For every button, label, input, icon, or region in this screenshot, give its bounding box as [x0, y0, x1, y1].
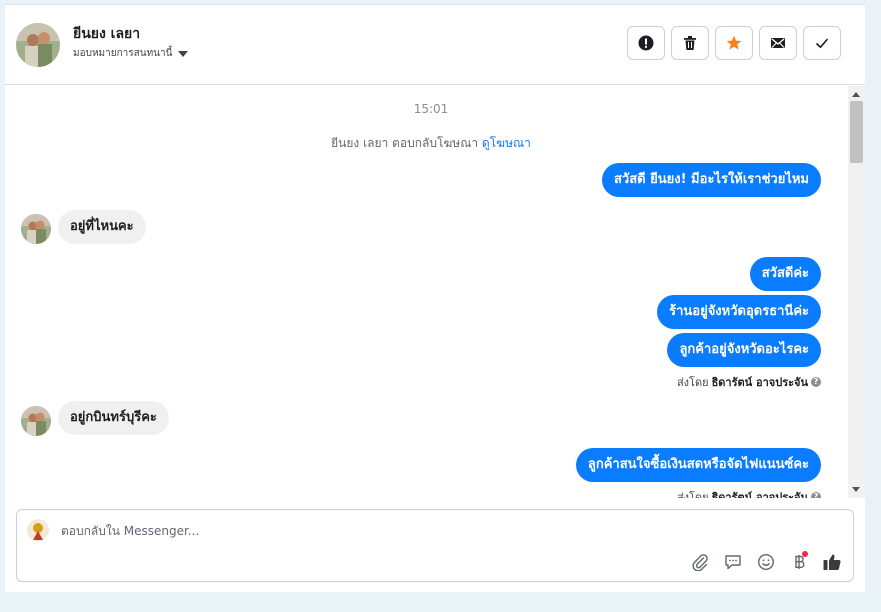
- contact-avatar[interactable]: [16, 23, 60, 67]
- assign-conversation-dropdown[interactable]: มอบหมายการสนทนานี้: [73, 46, 189, 61]
- payment-button[interactable]: [788, 551, 810, 573]
- sent-by-prefix: ส่งโดย: [676, 491, 709, 498]
- sent-by-name: ธิดารัตน์ อาจประจัน: [711, 376, 808, 389]
- message-thread[interactable]: 15:01 ยีนยง เลยา ตอบกลับโฆษณา ดูโฆษณา สว…: [5, 86, 848, 498]
- paperclip-icon: [692, 554, 708, 571]
- alert-icon: [638, 35, 654, 51]
- sent-by-label: ส่งโดย ธิดารัตน์ อาจประจัน ?: [677, 488, 821, 498]
- incoming-message: อยู่กบินทร์บุรีคะ: [58, 401, 169, 435]
- incoming-message: อยู่ที่ไหนคะ: [58, 210, 146, 244]
- outgoing-message: ลูกค้าอยู่จังหวัดอะไรคะ: [667, 333, 821, 367]
- sent-by-name: ธิดารัตน์ อาจประจัน: [711, 491, 808, 498]
- attach-button[interactable]: [689, 551, 711, 573]
- like-button[interactable]: [821, 551, 843, 573]
- notification-dot: [802, 551, 808, 557]
- view-ad-link[interactable]: ดูโฆษณา: [482, 136, 531, 150]
- star-icon: [726, 35, 742, 50]
- star-button[interactable]: [715, 26, 753, 60]
- mark-done-button[interactable]: [803, 26, 841, 60]
- assign-label: มอบหมายการสนทนานี้: [73, 48, 173, 59]
- contact-name: ยีนยง เลยา: [73, 26, 141, 42]
- ad-reply-text: ยีนยง เลยา ตอบกลับโฆษณา: [331, 136, 479, 150]
- outgoing-message: ลูกค้าสนใจซื้อเงินสดหรือจัดไฟแนนซ์คะ: [575, 448, 821, 482]
- sent-by-prefix: ส่งโดย: [676, 376, 709, 389]
- envelope-icon: [771, 38, 785, 48]
- trash-icon: [684, 36, 696, 50]
- outgoing-message: สวัสดีค่ะ: [749, 257, 821, 291]
- outgoing-message: ร้านอยู่จังหวัดอุดรธานีค่ะ: [657, 295, 821, 329]
- emoji-icon: [757, 553, 775, 571]
- check-icon: [815, 38, 829, 49]
- contact-avatar-small: [21, 406, 51, 436]
- emoji-button[interactable]: [755, 551, 777, 573]
- thread-scrollbar[interactable]: [848, 86, 865, 498]
- mark-unread-button[interactable]: [759, 26, 797, 60]
- caret-down-icon: [178, 50, 189, 57]
- help-icon[interactable]: ?: [811, 492, 821, 498]
- sent-by-label: ส่งโดย ธิดารัตน์ อาจประจัน ?: [677, 373, 821, 391]
- scroll-down-arrow-icon[interactable]: [852, 487, 860, 492]
- mark-spam-button[interactable]: [627, 26, 665, 60]
- message-timestamp: 15:01: [413, 102, 449, 116]
- reply-input[interactable]: [61, 522, 661, 540]
- reply-composer: [16, 509, 854, 582]
- scroll-thumb[interactable]: [850, 101, 863, 163]
- thumbs-up-icon: [823, 554, 841, 571]
- contact-avatar-small: [21, 214, 51, 244]
- outgoing-message: สวัสดี ยีนยง! มีอะไรให้เราช่วยไหม: [602, 163, 821, 197]
- conversation-header: ยีนยง เลยา มอบหมายการสนทนานี้: [5, 5, 865, 85]
- saved-reply-icon: [725, 555, 741, 570]
- conversation-actions: [627, 26, 841, 60]
- scroll-up-arrow-icon[interactable]: [852, 92, 860, 97]
- page-avatar: [27, 519, 49, 541]
- conversation-panel: ยีนยง เลยา มอบหมายการสนทนานี้ 15:01 ยีนย…: [5, 4, 865, 592]
- delete-button[interactable]: [671, 26, 709, 60]
- help-icon[interactable]: ?: [811, 377, 821, 387]
- composer-toolbar: [689, 551, 843, 573]
- ad-reply-notice: ยีนยง เลยา ตอบกลับโฆษณา ดูโฆษณา: [5, 134, 848, 153]
- saved-replies-button[interactable]: [722, 551, 744, 573]
